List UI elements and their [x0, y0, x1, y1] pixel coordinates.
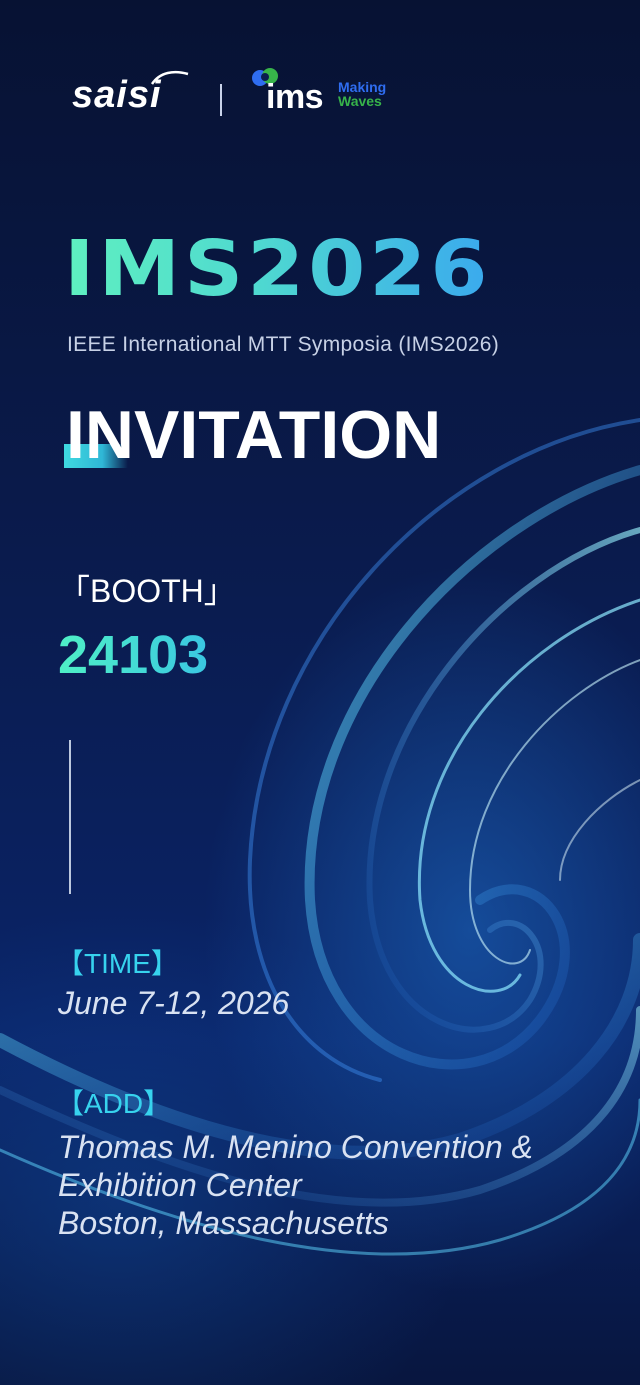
time-label: 【TIME】	[56, 948, 179, 979]
booth-label: 「BOOTH」	[58, 573, 236, 609]
event-subtitle: IEEE International MTT Symposia (IMS2026…	[67, 333, 500, 356]
invitation-heading: INVITATION	[66, 397, 442, 473]
ims-tagline: Making Waves	[338, 80, 386, 108]
saisi-logo-arc-icon	[150, 70, 189, 85]
logo-divider	[220, 84, 222, 116]
venue-address: Thomas M. Menino Convention & Exhibition…	[58, 1128, 533, 1242]
address-line: Exhibition Center	[58, 1167, 302, 1203]
vertical-divider	[69, 740, 71, 894]
event-title: IMS2026	[64, 225, 492, 314]
event-date: June 7-12, 2026	[58, 985, 290, 1021]
ims-tagline-line2: Waves	[338, 93, 382, 109]
ims-logo: ims	[266, 78, 324, 116]
address-label: 【ADD】	[56, 1088, 172, 1119]
ims-tagline-line1: Making	[338, 79, 387, 95]
booth-number: 24103	[58, 625, 209, 685]
saisi-logo: saisi	[72, 74, 162, 116]
address-line: Thomas M. Menino Convention &	[58, 1129, 533, 1165]
address-line: Boston, Massachusetts	[58, 1205, 389, 1241]
